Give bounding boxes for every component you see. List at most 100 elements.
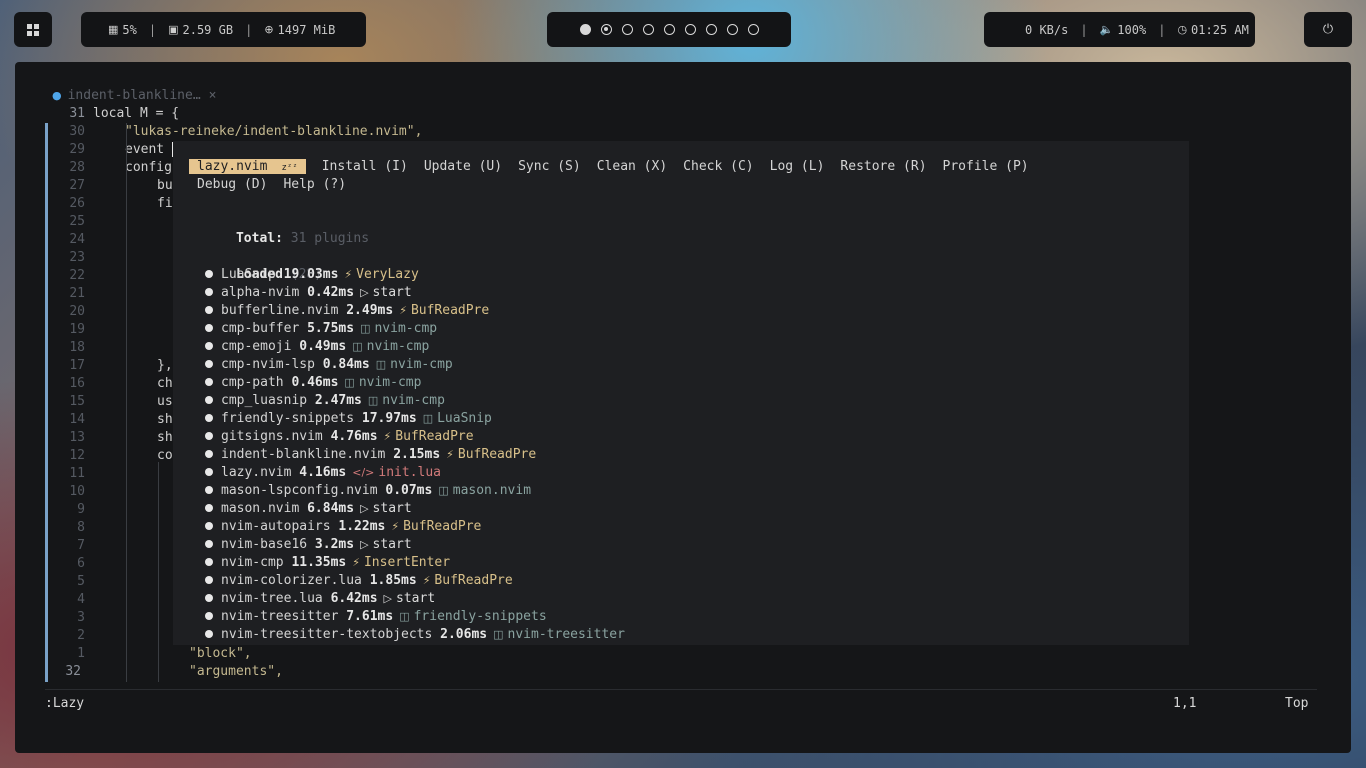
tab-restore[interactable]: Restore (R) (840, 159, 926, 174)
volume-icon[interactable]: 🔈 (1100, 23, 1114, 36)
lazy-tabs-row-2: Debug (D) Help (?) (189, 176, 346, 194)
app-menu-button[interactable] (14, 12, 52, 47)
plugin-trigger: init.lua (378, 465, 442, 480)
plugin-row[interactable]: alpha-nvim 0.42ms ▷ start (205, 284, 412, 302)
buffer-tab[interactable]: ● indent-blankline… × (52, 88, 217, 103)
plugin-name: cmp-nvim-lsp (221, 357, 315, 372)
plugin-row[interactable]: gitsigns.nvim 4.76ms ⚡ BufReadPre (205, 428, 474, 446)
workspace-3[interactable] (621, 24, 633, 35)
plugin-trigger: start (372, 537, 412, 552)
plugin-trigger: nvim-cmp (374, 321, 438, 336)
line-number: 2 (77, 628, 85, 643)
plugin-row[interactable]: cmp_luasnip 2.47ms ◫ nvim-cmp (205, 392, 445, 410)
bullet-icon (205, 359, 213, 368)
line-number: 5 (77, 574, 85, 589)
workspace-9[interactable] (747, 24, 759, 35)
bullet-icon (205, 557, 213, 566)
plugin-row[interactable]: cmp-nvim-lsp 0.84ms ◫ nvim-cmp (205, 356, 453, 374)
bullet-icon (205, 629, 213, 638)
plugin-row[interactable]: nvim-tree.lua 6.42ms ▷ start (205, 590, 435, 608)
workspace-6[interactable] (684, 24, 696, 35)
plugin-load-time: 19.03ms (275, 267, 339, 282)
indent-guide (126, 123, 127, 682)
bullet-icon (205, 467, 213, 476)
volume-level[interactable]: 100% (1117, 23, 1146, 37)
tab-check[interactable]: Check (C) (683, 159, 753, 174)
workspace-7[interactable] (705, 24, 717, 35)
line-number: 24 (69, 232, 85, 247)
plugin-row[interactable]: LuaSnip 19.03ms ⚡ VeryLazy (205, 266, 419, 284)
plugin-icon: ◫ (493, 628, 504, 641)
plugin-row[interactable]: bufferline.nvim 2.49ms ⚡ BufReadPre (205, 302, 489, 320)
plugin-row[interactable]: nvim-colorizer.lua 1.85ms ⚡ BufReadPre (205, 572, 513, 590)
plugin-row[interactable]: indent-blankline.nvim 2.15ms ⚡ BufReadPre (205, 446, 536, 464)
line-number: 6 (77, 556, 85, 571)
plugin-row[interactable]: friendly-snippets 17.97ms ◫ LuaSnip (205, 410, 492, 428)
tab-profile[interactable]: Profile (P) (943, 159, 1029, 174)
plugin-row[interactable]: lazy.nvim 4.16ms </> init.lua (205, 464, 441, 482)
plugin-name: nvim-tree.lua (221, 591, 323, 606)
memory-usage: 2.59 GB (182, 22, 234, 37)
bullet-icon (205, 305, 213, 314)
plugin-name: friendly-snippets (221, 411, 355, 426)
plugin-name: nvim-treesitter (221, 609, 339, 624)
bullet-icon (205, 593, 213, 602)
code-line: co (157, 448, 173, 463)
plugin-load-time: 11.35ms (283, 555, 347, 570)
workspace-1[interactable] (579, 24, 591, 35)
code-line: local M = { (93, 106, 180, 121)
plugin-load-time: 2.47ms (307, 393, 362, 408)
code-line: sh (157, 430, 173, 445)
plugin-row[interactable]: cmp-buffer 5.75ms ◫ nvim-cmp (205, 320, 437, 338)
tab-log[interactable]: Log (L) (770, 159, 825, 174)
tab-sync[interactable]: Sync (S) (518, 159, 581, 174)
plugin-name: LuaSnip (221, 267, 276, 282)
source-icon: </> (352, 466, 375, 479)
line-number: 16 (69, 376, 85, 391)
plugin-trigger: BufReadPre (410, 303, 490, 318)
plugin-row[interactable]: nvim-cmp 11.35ms ⚡ InsertEnter (205, 554, 450, 572)
workspace-8[interactable] (726, 24, 738, 35)
plugin-row[interactable]: nvim-autopairs 1.22ms ⚡ BufReadPre (205, 518, 481, 536)
workspace-4[interactable] (642, 24, 654, 35)
plugin-row[interactable]: nvim-treesitter-textobjects 2.06ms ◫ nvim-… (205, 626, 625, 644)
lua-file-icon: ● (52, 89, 62, 102)
tab-install[interactable]: Install (I) (322, 159, 408, 174)
command-line[interactable]: :Lazy (45, 696, 84, 711)
event-icon: ⚡ (399, 304, 407, 317)
code-line: sh (157, 412, 173, 427)
line-number: 32 (65, 664, 81, 679)
tab-help[interactable]: Help (?) (283, 177, 346, 192)
line-number: 23 (69, 250, 85, 265)
plugin-row[interactable]: nvim-treesitter 7.61ms ◫ friendly-snippets (205, 608, 547, 626)
power-button[interactable]: ⏻ (1304, 12, 1352, 47)
tab-clean[interactable]: Clean (X) (597, 159, 667, 174)
memory-icon: ▣ (168, 23, 179, 36)
plugin-load-time: 0.84ms (314, 357, 370, 372)
plugin-row[interactable]: mason.nvim 6.84ms ▷ start (205, 500, 412, 518)
code-line: "arguments", (189, 664, 283, 679)
line-number: 12 (69, 448, 85, 463)
bullet-icon (205, 539, 213, 548)
event-icon: ⚡ (352, 556, 360, 569)
close-icon[interactable]: × (209, 88, 217, 103)
plugin-name: bufferline.nvim (221, 303, 339, 318)
code-line: event (125, 141, 180, 159)
plugin-load-time: 0.07ms (377, 483, 433, 498)
plugin-row[interactable]: mason-lspconfig.nvim 0.07ms ◫ mason.nvim (205, 482, 531, 500)
tab-home[interactable]: lazy.nvim zᶻᶻ (189, 159, 306, 174)
plugin-row[interactable]: nvim-base16 3.2ms ▷ start (205, 536, 412, 554)
plugin-load-time: 4.76ms (322, 429, 378, 444)
plugin-trigger: LuaSnip (437, 411, 492, 426)
indent-guide (158, 462, 159, 682)
plugin-row[interactable]: cmp-emoji 0.49ms ◫ nvim-cmp (205, 338, 429, 356)
plugin-name: nvim-base16 (221, 537, 308, 552)
workspace-2[interactable] (600, 24, 612, 35)
tab-debug[interactable]: Debug (D) (197, 177, 267, 192)
line-number: 15 (69, 394, 85, 409)
line-number: 9 (77, 502, 85, 517)
workspace-5[interactable] (663, 24, 675, 35)
plugin-trigger: start (372, 501, 412, 516)
plugin-row[interactable]: cmp-path 0.46ms ◫ nvim-cmp (205, 374, 421, 392)
tab-update[interactable]: Update (U) (424, 159, 502, 174)
